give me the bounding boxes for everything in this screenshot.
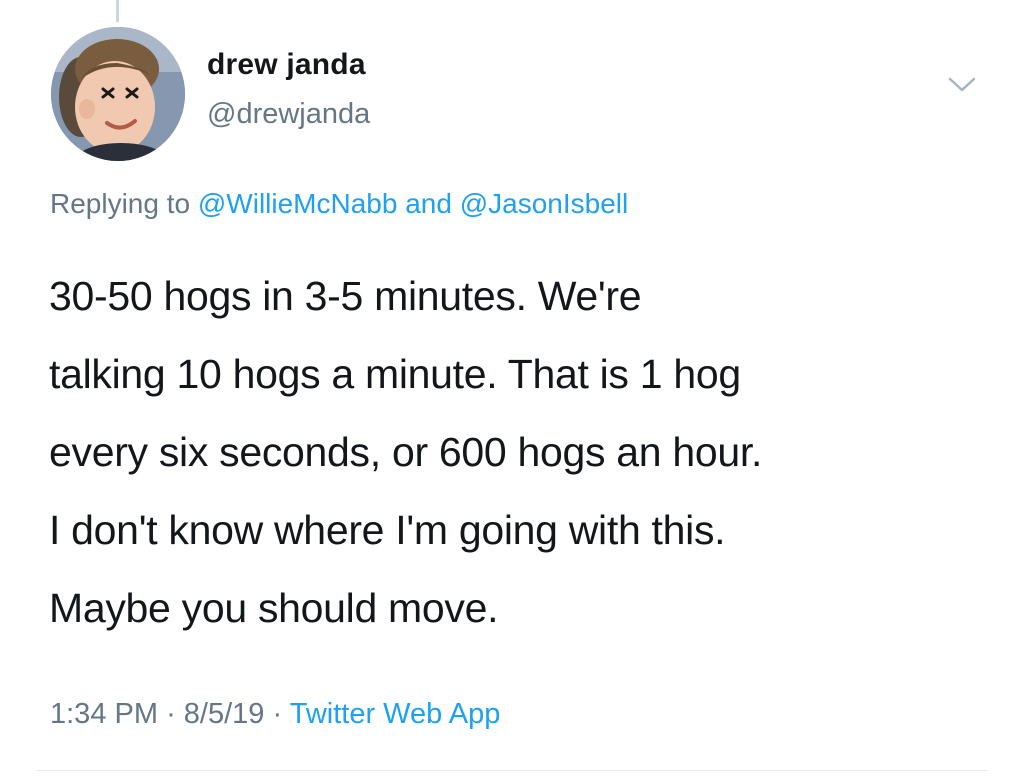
avatar[interactable] bbox=[51, 27, 185, 161]
avatar-image bbox=[51, 27, 185, 161]
meta-separator: · bbox=[272, 698, 283, 730]
tweet-date[interactable]: 8/5/19 bbox=[184, 698, 265, 730]
mention-link[interactable]: @WillieMcNabb bbox=[198, 188, 398, 219]
mention-conjunction[interactable]: and bbox=[405, 188, 452, 219]
divider bbox=[36, 770, 988, 771]
replying-to: Replying to @WillieMcNabb and @JasonIsbe… bbox=[50, 188, 628, 220]
tweet-time[interactable]: 1:34 PM bbox=[50, 698, 158, 730]
meta-separator: · bbox=[166, 698, 176, 730]
thread-connector-line bbox=[116, 0, 119, 22]
author-display-name[interactable]: drew janda bbox=[207, 48, 366, 82]
tweet-metadata: 1:34 PM · 8/5/19 · Twitter Web App bbox=[50, 698, 500, 731]
tweet-text-line: every six seconds, or 600 hogs an hour. bbox=[49, 429, 763, 475]
replying-to-prefix: Replying to bbox=[50, 188, 191, 219]
mention-link[interactable]: @JasonIsbell bbox=[460, 188, 629, 219]
chevron-down-icon[interactable] bbox=[944, 70, 980, 98]
tweet-source-link[interactable]: Twitter Web App bbox=[290, 698, 501, 730]
author-handle[interactable]: @drewjanda bbox=[207, 98, 370, 131]
tweet-text-line: talking 10 hogs a minute. That is 1 hog bbox=[49, 351, 741, 397]
tweet-text-line: I don't know where I'm going with this. bbox=[49, 507, 726, 553]
tweet-text-line: 30-50 hogs in 3-5 minutes. We're bbox=[49, 273, 642, 319]
tweet-text-line: Maybe you should move. bbox=[49, 585, 499, 631]
tweet-text: 30-50 hogs in 3-5 minutes. We're talking… bbox=[49, 257, 999, 647]
